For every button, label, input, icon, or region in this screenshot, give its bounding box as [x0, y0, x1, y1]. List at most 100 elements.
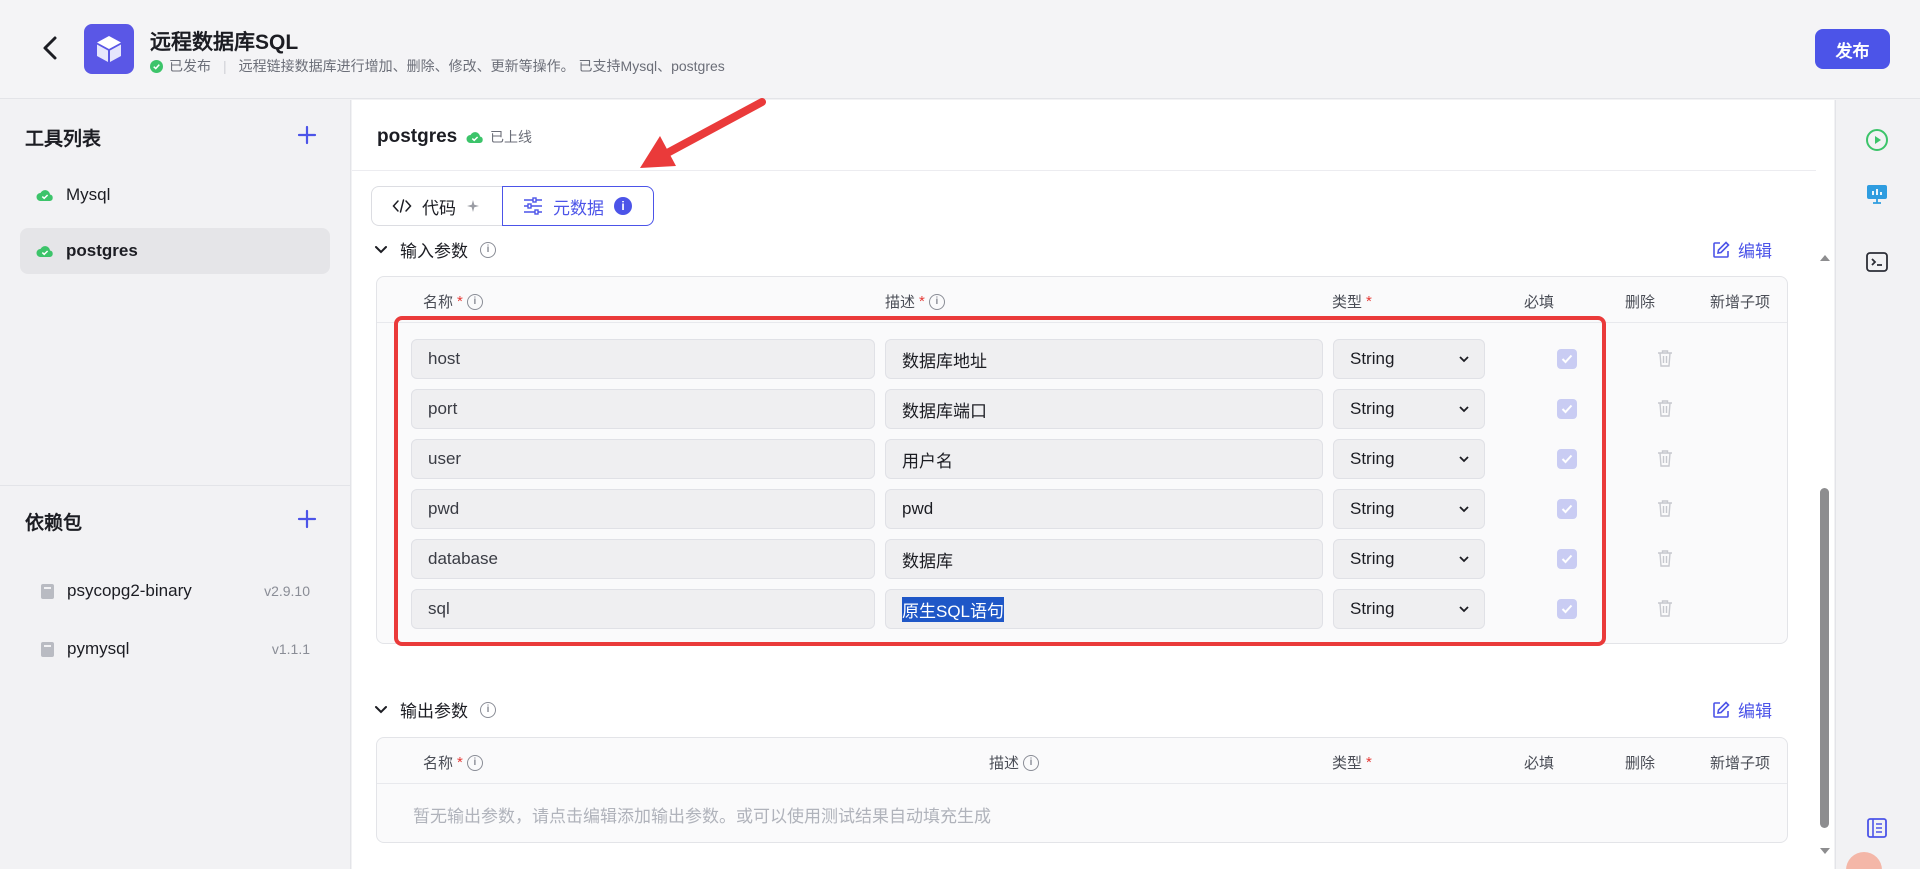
scroll-down-button[interactable]: [1816, 845, 1834, 857]
table-row: port 数据库端口 String: [377, 389, 1787, 429]
output-params-header[interactable]: 输出参数 i: [374, 697, 496, 722]
edit-input-params-button[interactable]: 编辑: [1712, 237, 1772, 262]
sparkle-icon: [467, 200, 479, 212]
back-button[interactable]: [38, 34, 62, 62]
add-dependency-button[interactable]: [296, 508, 320, 532]
param-name-input[interactable]: user: [411, 439, 875, 479]
chevron-down-icon: [1459, 406, 1469, 413]
param-desc-input[interactable]: 数据库端口: [885, 389, 1323, 429]
delete-row-button[interactable]: [1657, 599, 1675, 619]
param-name-input[interactable]: host: [411, 339, 875, 379]
check-icon: [1561, 604, 1573, 614]
param-type-select[interactable]: String: [1333, 489, 1485, 529]
delete-row-button[interactable]: [1657, 499, 1675, 519]
param-name-input[interactable]: sql: [411, 589, 875, 629]
param-desc-input[interactable]: pwd: [885, 489, 1323, 529]
main-divider: [352, 170, 1834, 171]
tab-metadata[interactable]: 元数据 i: [502, 186, 654, 226]
table-row: sql 原生SQL语句 String: [377, 589, 1787, 629]
terminal-button[interactable]: [1865, 250, 1891, 276]
param-desc-input[interactable]: 数据库: [885, 539, 1323, 579]
docs-button[interactable]: [1865, 816, 1891, 842]
chevron-down-icon: [1459, 556, 1469, 563]
separator: |: [223, 58, 227, 74]
info-icon: i: [928, 293, 945, 310]
online-status: 已上线: [466, 127, 532, 147]
cloud-check-icon: [466, 132, 483, 143]
param-type-select[interactable]: String: [1333, 589, 1485, 629]
triangle-down-icon: [1820, 848, 1830, 854]
col-required: 必填: [1524, 755, 1555, 772]
param-name-input[interactable]: database: [411, 539, 875, 579]
output-params-title: 输出参数: [400, 702, 468, 721]
param-type-select[interactable]: String: [1333, 439, 1485, 479]
table-row: host 数据库地址 String: [377, 339, 1787, 379]
trash-icon: [1658, 350, 1672, 367]
col-desc: 描述 * i: [885, 291, 945, 312]
required-checkbox[interactable]: [1557, 449, 1577, 469]
col-add-child: 新增子项: [1710, 755, 1771, 772]
input-params-table: 名称 * i 描述 * i 类型 * 必填 删除 新增子项 host 数据库地址 Stri…: [376, 276, 1788, 644]
param-desc-input[interactable]: 用户名: [885, 439, 1323, 479]
edit-output-params-button[interactable]: 编辑: [1712, 697, 1772, 722]
tab-code-label: 代码: [422, 198, 456, 218]
info-icon: i: [480, 241, 496, 258]
info-icon: i: [614, 197, 632, 215]
dependency-item[interactable]: psycopg2-binary v2.9.10: [20, 568, 330, 614]
param-type-select[interactable]: String: [1333, 339, 1485, 379]
trash-icon: [1658, 450, 1672, 467]
top-bar: 远程数据库SQL 已发布 | 远程链接数据库进行增加、删除、修改、更新等操作。 …: [0, 0, 1920, 99]
tab-code[interactable]: 代码: [371, 186, 502, 226]
book-icon: [1867, 818, 1887, 838]
cube-icon: [97, 36, 121, 62]
plus-icon: [297, 509, 317, 529]
app-title: 远程数据库SQL: [150, 31, 299, 54]
param-name-input[interactable]: pwd: [411, 489, 875, 529]
required-checkbox[interactable]: [1557, 499, 1577, 519]
table-row: user 用户名 String: [377, 439, 1787, 479]
delete-row-button[interactable]: [1657, 449, 1675, 469]
delete-row-button[interactable]: [1657, 549, 1675, 569]
publish-button[interactable]: 发布: [1815, 29, 1890, 69]
param-desc-input[interactable]: 数据库地址: [885, 339, 1323, 379]
param-type-select[interactable]: String: [1333, 389, 1485, 429]
package-icon: [41, 641, 54, 657]
tool-item-postgres[interactable]: postgres: [20, 228, 330, 274]
main-content: postgres 已上线 代码 元数据 i 输入参数 i 编辑 名称 * i 描述 *…: [352, 100, 1834, 869]
required-checkbox[interactable]: [1557, 399, 1577, 419]
param-type-select[interactable]: String: [1333, 539, 1485, 579]
input-params-header[interactable]: 输入参数 i: [374, 237, 496, 262]
app-description: 远程链接数据库进行增加、删除、修改、更新等操作。 已支持Mysql、postgr…: [238, 58, 725, 74]
info-icon: i: [466, 293, 483, 310]
package-icon: [41, 583, 54, 599]
delete-row-button[interactable]: [1657, 349, 1675, 369]
plus-icon: [297, 125, 317, 145]
scrollbar-thumb[interactable]: [1820, 488, 1829, 828]
required-checkbox[interactable]: [1557, 599, 1577, 619]
edit-label: 编辑: [1738, 702, 1772, 721]
online-status-label: 已上线: [490, 129, 532, 145]
sliders-icon: [524, 197, 542, 215]
trash-icon: [1658, 600, 1672, 617]
view-tabs: 代码 元数据 i: [371, 186, 654, 226]
dependency-item[interactable]: pymysql v1.1.1: [20, 626, 330, 672]
code-icon: [392, 199, 412, 213]
monitor-button[interactable]: [1865, 182, 1891, 208]
left-sidebar: 工具列表 Mysql postgres 依赖包 psycopg2-binary …: [0, 100, 351, 869]
trash-icon: [1658, 500, 1672, 517]
tool-item-mysql[interactable]: Mysql: [20, 172, 330, 218]
info-icon: i: [480, 701, 496, 718]
add-tool-button[interactable]: [296, 124, 320, 148]
required-checkbox[interactable]: [1557, 349, 1577, 369]
required-checkbox[interactable]: [1557, 549, 1577, 569]
run-button[interactable]: [1865, 128, 1891, 154]
app-logo: [84, 24, 134, 74]
scroll-up-button[interactable]: [1816, 250, 1834, 262]
edit-label: 编辑: [1738, 242, 1772, 261]
cloud-check-icon: [36, 190, 53, 201]
col-desc: 描述 i: [989, 752, 1040, 773]
delete-row-button[interactable]: [1657, 399, 1675, 419]
param-desc-input[interactable]: 原生SQL语句: [885, 589, 1323, 629]
param-name-input[interactable]: port: [411, 389, 875, 429]
trash-icon: [1658, 550, 1672, 567]
